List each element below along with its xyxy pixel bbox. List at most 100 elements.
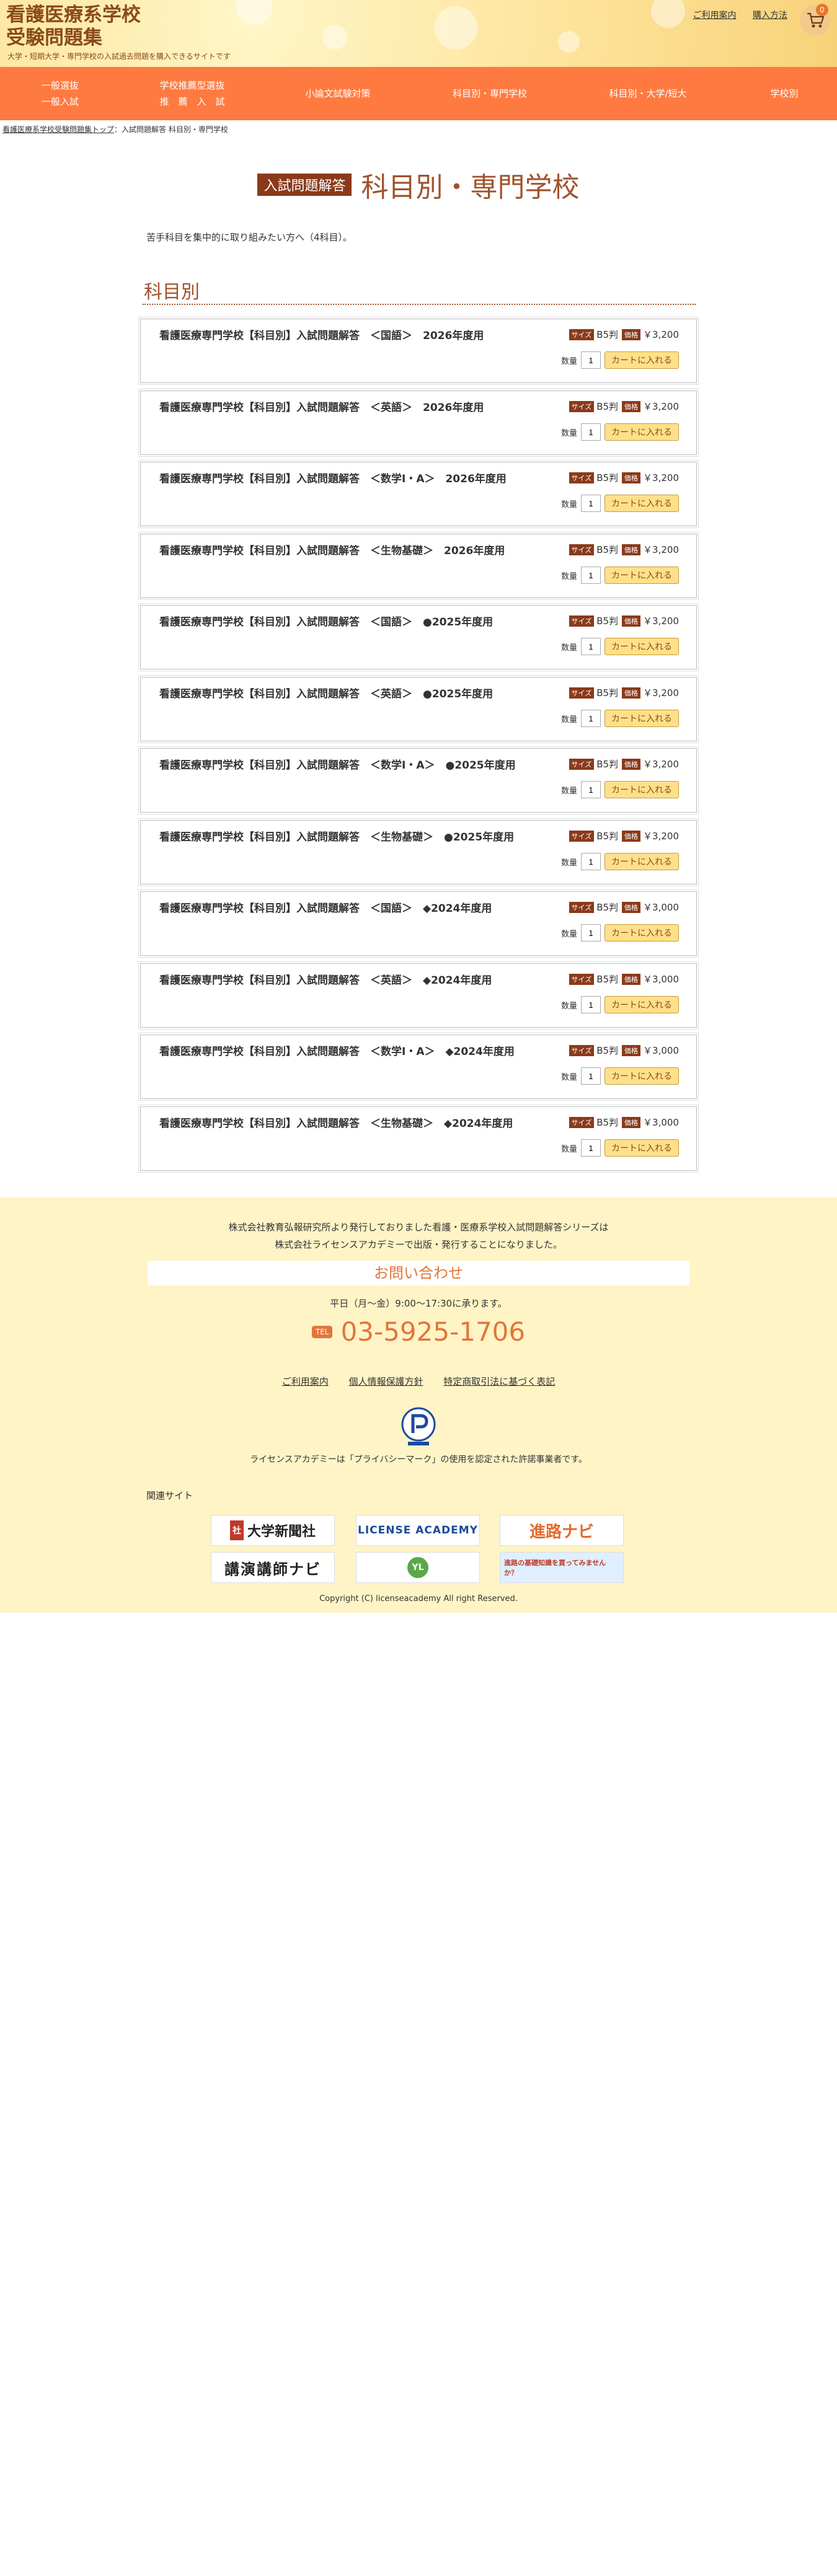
product-name[interactable]: 看護医療専門学校【科目別】入試問題解答 ＜国語＞ ◆2024年度用 xyxy=(159,899,492,915)
banner-shinro-kiso[interactable]: 進路の基礎知識を買ってみませんか？ xyxy=(500,1552,624,1583)
product-name[interactable]: 看護医療専門学校【科目別】入試問題解答 ＜英語＞ 2026年度用 xyxy=(159,399,484,414)
qty-label: 数量 xyxy=(560,786,577,796)
product-name[interactable]: 看護医療専門学校【科目別】入試問題解答 ＜生物基礎＞ 2026年度用 xyxy=(159,542,505,557)
nav-recommend[interactable]: 学校推薦型選抜 推 薦 入 試 xyxy=(155,77,229,110)
site-logo[interactable]: 看護医療系学校 受験問題集 xyxy=(6,4,141,50)
banner-shinro-navi[interactable]: 進路ナビ xyxy=(500,1515,624,1546)
product-spec: サイズ B5判 価格 ￥3,000 xyxy=(569,1116,679,1129)
product-item: 看護医療専門学校【科目別】入試問題解答 ＜数学Ⅰ・A＞ 2026年度用 サイズ … xyxy=(140,462,697,526)
add-to-cart-button[interactable]: カートに入れる xyxy=(604,567,679,584)
quantity-input[interactable] xyxy=(581,351,601,369)
copyright: Copyright (C) licenseacademy All right R… xyxy=(319,1594,518,1603)
quantity-input[interactable] xyxy=(581,996,601,1013)
yl-logo-icon: YL xyxy=(407,1557,428,1578)
product-name[interactable]: 看護医療専門学校【科目別】入試問題解答 ＜英語＞ ●2025年度用 xyxy=(159,685,493,700)
product-price: ￥3,000 xyxy=(643,1117,679,1128)
breadcrumb-separator: ： xyxy=(114,125,122,134)
size-tag: サイズ xyxy=(569,400,595,412)
size-tag: サイズ xyxy=(569,472,595,483)
size-tag: サイズ xyxy=(569,544,595,555)
product-size: B5判 xyxy=(596,831,619,842)
quantity-input[interactable] xyxy=(581,781,601,798)
nav-essay[interactable]: 小論文試験対策 xyxy=(298,86,378,102)
nav-by-school[interactable]: 学校別 xyxy=(763,86,806,102)
quantity-input[interactable] xyxy=(581,495,601,512)
add-to-cart-button[interactable]: カートに入れる xyxy=(604,996,679,1013)
product-price: ￥3,200 xyxy=(643,329,679,340)
buy-area: 数量 カートに入れる xyxy=(561,710,679,727)
quantity-input[interactable] xyxy=(581,710,601,727)
footer-law-link[interactable]: 特定商取引法に基づく表記 xyxy=(443,1376,555,1387)
phone-number[interactable]: 03-5925-1706 xyxy=(341,1317,526,1347)
nav-subject-university[interactable]: 科目別・大学/短大 xyxy=(601,86,694,102)
product-name[interactable]: 看護医療専門学校【科目別】入試問題解答 ＜国語＞ 2026年度用 xyxy=(159,327,484,342)
banner-license-academy[interactable]: LICENSE ACADEMY xyxy=(356,1515,480,1546)
product-spec: サイズ B5判 価格 ￥3,200 xyxy=(569,614,679,627)
guide-link[interactable]: ご利用案内 xyxy=(693,11,737,20)
qty-label: 数量 xyxy=(560,643,577,653)
buy-area: 数量 カートに入れる xyxy=(561,924,679,942)
buy-area: 数量 カートに入れる xyxy=(561,1139,679,1157)
product-name[interactable]: 看護医療専門学校【科目別】入試問題解答 ＜数学Ⅰ・A＞ 2026年度用 xyxy=(159,470,507,485)
header-decoration xyxy=(434,6,477,50)
qty-label: 数量 xyxy=(560,1001,577,1011)
nav-subject-vocational[interactable]: 科目別・専門学校 xyxy=(446,86,533,102)
logo-line1: 看護医療系学校 xyxy=(6,4,141,26)
breadcrumb-home[interactable]: 看護医療系学校受験問題集トップ xyxy=(2,125,114,134)
quantity-input[interactable] xyxy=(581,853,601,870)
nav-general-line1: 一般選抜 xyxy=(41,80,79,91)
quantity-input[interactable] xyxy=(581,924,601,942)
add-to-cart-button[interactable]: カートに入れる xyxy=(604,423,679,441)
product-name[interactable]: 看護医療専門学校【科目別】入試問題解答 ＜国語＞ ●2025年度用 xyxy=(159,613,493,629)
product-name[interactable]: 看護医療専門学校【科目別】入試問題解答 ＜生物基礎＞ ●2025年度用 xyxy=(159,828,514,844)
buy-area: 数量 カートに入れる xyxy=(561,567,679,584)
nav-general[interactable]: 一般選抜 一般入試 xyxy=(32,77,88,110)
add-to-cart-button[interactable]: カートに入れる xyxy=(604,853,679,870)
add-to-cart-button[interactable]: カートに入れる xyxy=(604,495,679,512)
product-price: ￥3,200 xyxy=(643,687,679,699)
product-spec: サイズ B5判 価格 ￥3,200 xyxy=(569,328,679,341)
quantity-input[interactable] xyxy=(581,638,601,655)
size-tag: サイズ xyxy=(569,687,595,699)
add-to-cart-button[interactable]: カートに入れる xyxy=(604,710,679,727)
banner-daigaku-shinbun[interactable]: 社 大学新聞社 xyxy=(211,1515,335,1546)
business-hours: 平日（月〜金）9:00〜17:30に承ります。 xyxy=(330,1298,507,1309)
product-name[interactable]: 看護医療専門学校【科目別】入試問題解答 ＜数学Ⅰ・A＞ ●2025年度用 xyxy=(159,756,516,772)
quantity-input[interactable] xyxy=(581,1067,601,1085)
buy-area: 数量 カートに入れる xyxy=(561,1067,679,1085)
quantity-input[interactable] xyxy=(581,423,601,441)
add-to-cart-button[interactable]: カートに入れる xyxy=(604,351,679,369)
product-spec: サイズ B5判 価格 ￥3,200 xyxy=(569,829,679,842)
product-spec: サイズ B5判 価格 ￥3,200 xyxy=(569,686,679,699)
add-to-cart-button[interactable]: カートに入れる xyxy=(604,638,679,655)
product-name[interactable]: 看護医療専門学校【科目別】入試問題解答 ＜英語＞ ◆2024年度用 xyxy=(159,971,492,987)
footer-guide-link[interactable]: ご利用案内 xyxy=(282,1376,329,1387)
product-size: B5判 xyxy=(596,974,619,985)
add-to-cart-button[interactable]: カートに入れる xyxy=(604,1139,679,1157)
add-to-cart-button[interactable]: カートに入れる xyxy=(604,1067,679,1085)
product-size: B5判 xyxy=(596,1117,619,1128)
product-spec: サイズ B5判 価格 ￥3,000 xyxy=(569,973,679,986)
product-item: 看護医療専門学校【科目別】入試問題解答 ＜生物基礎＞ ◆2024年度用 サイズ … xyxy=(140,1106,697,1171)
banner-yl[interactable]: YL xyxy=(356,1552,480,1583)
site-header: 看護医療系学校 受験問題集 大学・短期大学・専門学校の入試過去問題を購入できるサ… xyxy=(0,0,837,67)
cart-button[interactable]: 0 xyxy=(800,4,831,36)
quantity-input[interactable] xyxy=(581,1139,601,1157)
quantity-input[interactable] xyxy=(581,567,601,584)
qty-label: 数量 xyxy=(560,1144,577,1154)
privacy-mark-text: ライセンスアカデミーは「プライバシーマーク」の使用を認定された許諾事業者です。 xyxy=(249,1455,588,1465)
product-item: 看護医療専門学校【科目別】入試問題解答 ＜英語＞ ◆2024年度用 サイズ B5… xyxy=(140,963,697,1028)
product-name[interactable]: 看護医療専門学校【科目別】入試問題解答 ＜生物基礎＞ ◆2024年度用 xyxy=(159,1114,513,1130)
footer-privacy-link[interactable]: 個人情報保護方針 xyxy=(348,1376,423,1387)
shinbun-logo-icon: 社 xyxy=(229,1520,244,1540)
add-to-cart-button[interactable]: カートに入れる xyxy=(604,781,679,798)
product-price: ￥3,200 xyxy=(643,831,679,842)
size-tag: サイズ xyxy=(569,615,595,627)
add-to-cart-button[interactable]: カートに入れる xyxy=(604,924,679,942)
product-spec: サイズ B5判 価格 ￥3,200 xyxy=(569,543,679,556)
size-tag: サイズ xyxy=(569,973,595,985)
product-size: B5判 xyxy=(596,902,619,913)
product-name[interactable]: 看護医療専門学校【科目別】入試問題解答 ＜数学Ⅰ・A＞ ◆2024年度用 xyxy=(159,1043,515,1058)
banner-koen-koshi-navi[interactable]: 講演講師ナビ xyxy=(211,1552,335,1583)
howto-link[interactable]: 購入方法 xyxy=(753,11,787,20)
